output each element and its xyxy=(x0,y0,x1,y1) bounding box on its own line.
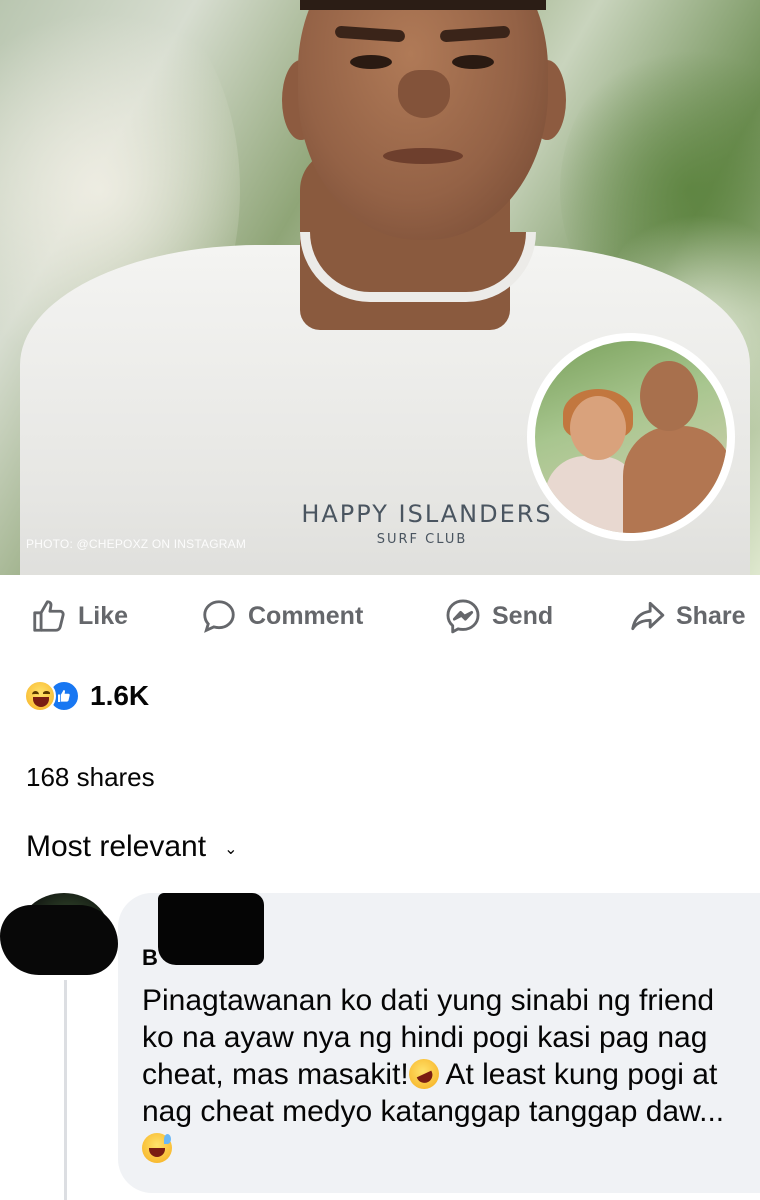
eye-left xyxy=(350,55,392,69)
shirt-print-line1: HAPPY ISLANDERS xyxy=(301,500,553,528)
sort-label: Most relevant xyxy=(26,830,207,863)
eye-right xyxy=(452,55,494,69)
name-redaction xyxy=(158,893,264,965)
man-body xyxy=(623,426,727,533)
post-photo[interactable]: HAPPY ISLANDERS SURF CLUB PHOTO: @CHEPOX… xyxy=(0,0,760,575)
thumbs-up-icon xyxy=(33,600,65,632)
send-label: Send xyxy=(492,601,554,630)
commenter-name[interactable]: B xyxy=(142,945,158,971)
share-arrow-icon xyxy=(631,601,665,631)
like-label: Like xyxy=(78,601,129,630)
chevron-down-icon: ⌄ xyxy=(224,841,238,858)
haha-reaction-icon xyxy=(24,680,56,712)
send-button[interactable]: Send xyxy=(444,578,553,654)
nose xyxy=(398,70,450,118)
share-button[interactable]: Share xyxy=(628,578,745,654)
shirt-print-line2: SURF CLUB xyxy=(376,532,468,547)
avatar-redaction xyxy=(0,905,118,975)
post-action-bar: Like Comment Send Share xyxy=(0,578,760,654)
share-label: Share xyxy=(676,601,746,630)
like-button[interactable]: Like xyxy=(30,578,128,654)
man-face-small xyxy=(640,361,698,431)
reply-thread-line xyxy=(64,980,67,1200)
reaction-count: 1.6K xyxy=(90,680,150,711)
tshirt-collar xyxy=(300,232,536,302)
share-count[interactable]: 168 shares xyxy=(26,762,155,793)
woman-face xyxy=(570,396,626,460)
comment-bubble-icon xyxy=(203,600,235,633)
photo-credit: PHOTO: @CHEPOXZ ON INSTAGRAM xyxy=(26,537,247,551)
comment-text: Pinagtawanan ko dati yung sinabi ng frie… xyxy=(142,982,748,1167)
mouth xyxy=(383,148,463,164)
rofl-emoji-icon xyxy=(403,1054,444,1094)
messenger-icon xyxy=(446,599,480,634)
man-hair xyxy=(300,0,546,10)
comment-label: Comment xyxy=(248,601,364,630)
inset-couple-photo xyxy=(527,333,735,541)
grinning-sweat-emoji-icon xyxy=(142,1133,172,1163)
reaction-summary[interactable]: 1.6K xyxy=(24,676,149,716)
comment-button[interactable]: Comment xyxy=(200,578,363,654)
comment-sort-dropdown[interactable]: Most relevant ⌄ xyxy=(26,830,237,864)
